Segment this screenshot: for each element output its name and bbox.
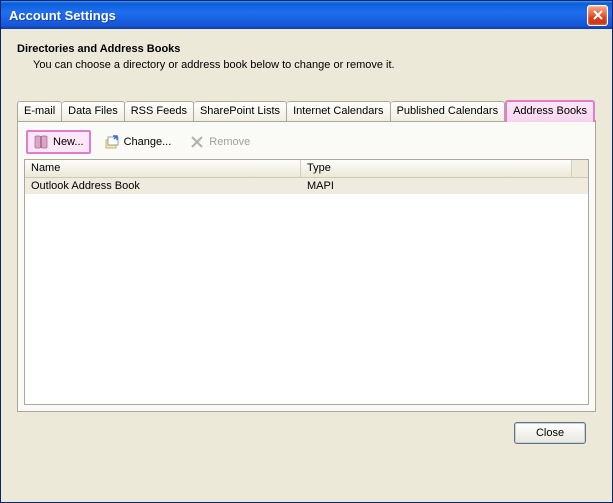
column-header-spacer [572, 160, 588, 177]
content-area: Directories and Address Books You can ch… [1, 29, 612, 502]
tab-sharepoint-lists[interactable]: SharePoint Lists [194, 101, 287, 122]
tab-published-calendars[interactable]: Published Calendars [391, 101, 506, 122]
list-row[interactable]: Outlook Address Book MAPI [25, 178, 588, 194]
account-settings-window: Account Settings Directories and Address… [0, 0, 613, 503]
cell-type: MAPI [301, 179, 588, 193]
list-header: Name Type [25, 160, 588, 178]
close-button[interactable]: Close [514, 422, 586, 444]
cell-name: Outlook Address Book [25, 179, 301, 193]
titlebar: Account Settings [1, 1, 612, 29]
tab-internet-calendars[interactable]: Internet Calendars [287, 101, 391, 122]
change-icon [104, 134, 120, 150]
tab-address-books[interactable]: Address Books [505, 100, 595, 122]
dialog-footer: Close [17, 412, 596, 454]
tab-panel: New... Change... Remove Name [17, 120, 596, 412]
close-window-button[interactable] [587, 5, 608, 26]
column-header-name[interactable]: Name [25, 160, 301, 177]
tabs-row: E-mail Data Files RSS Feeds SharePoint L… [17, 99, 596, 121]
column-header-type[interactable]: Type [301, 160, 572, 177]
remove-button-label: Remove [209, 136, 250, 148]
remove-button: Remove [184, 132, 255, 152]
list-body: Outlook Address Book MAPI [25, 178, 588, 404]
page-subheading: You can choose a directory or address bo… [33, 59, 596, 71]
change-button-label: Change... [124, 136, 172, 148]
book-icon [33, 134, 49, 150]
address-books-list: Name Type Outlook Address Book MAPI [24, 159, 589, 405]
tab-data-files[interactable]: Data Files [62, 101, 125, 122]
tab-rss-feeds[interactable]: RSS Feeds [125, 101, 194, 122]
window-title: Account Settings [9, 8, 587, 23]
toolbar: New... Change... Remove [24, 127, 589, 159]
change-button[interactable]: Change... [99, 132, 177, 152]
close-icon [593, 8, 603, 23]
remove-icon [189, 134, 205, 150]
new-button[interactable]: New... [26, 130, 91, 154]
tab-email[interactable]: E-mail [17, 101, 62, 122]
page-heading: Directories and Address Books [17, 43, 596, 55]
new-button-label: New... [53, 136, 84, 148]
